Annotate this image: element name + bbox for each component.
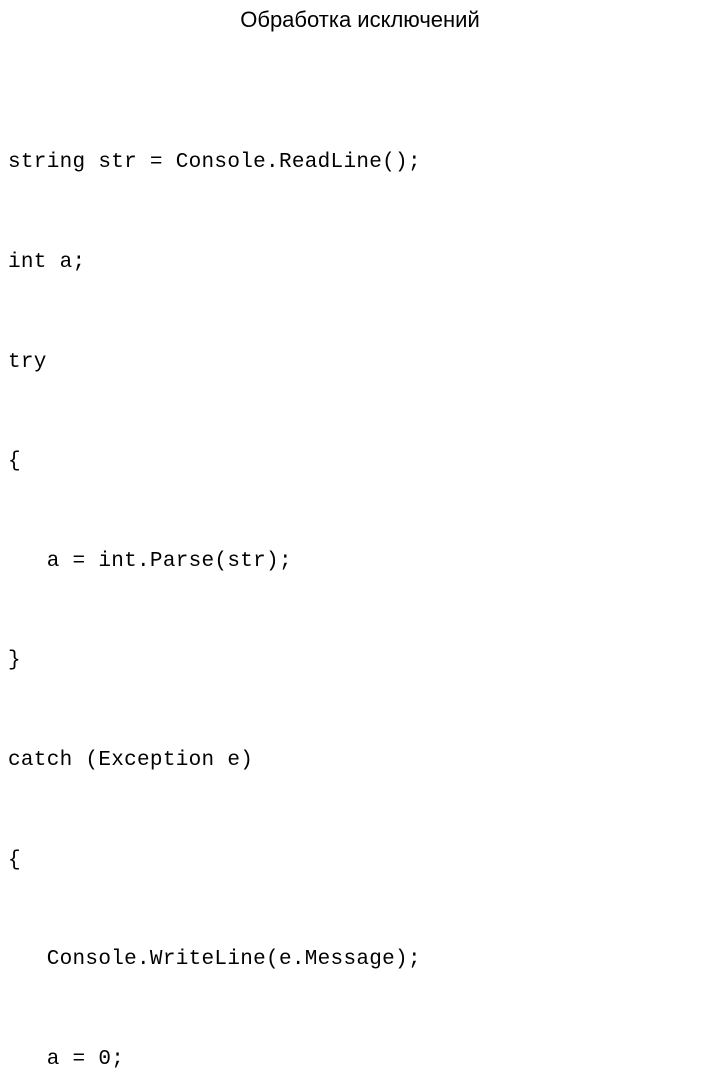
page-title: Обработка исключений [240,7,480,32]
code-line: a = int.Parse(str); [8,549,292,573]
code-line: try [8,350,47,374]
presentation-slide: Обработка исключений string str = Consol… [0,0,720,1071]
code-line: a = 0; [8,1047,125,1071]
code-line: string str = Console.ReadLine(); [8,151,421,175]
code-line: { [8,450,21,474]
code-line: int a; [8,251,86,274]
code-line: } [8,649,21,673]
code-line: { [8,848,21,872]
code-line: Console.WriteLine(e.Message); [8,948,421,972]
code-line: catch (Exception e) [8,748,254,772]
code-block: string str = Console.ReadLine(); int a; … [8,80,708,1080]
